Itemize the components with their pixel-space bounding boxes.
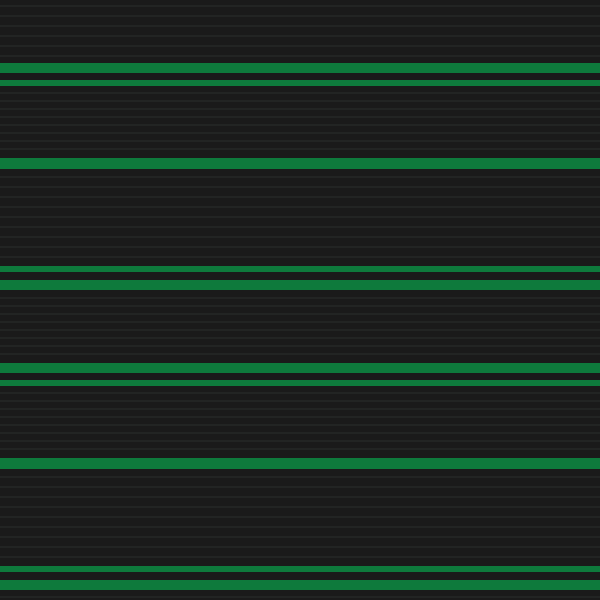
stripe-14 [0,140,600,142]
stripe-0 [0,5,600,7]
stripe-48 [0,486,600,488]
stripe-39 [0,400,600,402]
stripe-20 [0,206,600,208]
stripe-58 [0,596,600,598]
stripe-42 [0,424,600,426]
stripe-56 [0,566,600,572]
stripe-57 [0,580,600,590]
stripe-11 [0,116,600,118]
stripe-12 [0,124,600,126]
stripe-35 [0,353,600,355]
stripe-15 [0,148,600,150]
stripe-50 [0,506,600,508]
stripe-8 [0,92,600,94]
stripe-pattern [0,0,600,600]
stripe-27 [0,280,600,290]
stripe-23 [0,236,600,238]
stripe-25 [0,256,600,258]
stripe-5 [0,55,600,57]
stripe-17 [0,176,600,178]
stripe-47 [0,476,600,478]
stripe-10 [0,108,600,110]
stripe-13 [0,132,600,134]
stripe-9 [0,100,600,102]
stripe-24 [0,246,600,248]
stripe-18 [0,186,600,188]
stripe-37 [0,380,600,386]
stripe-7 [0,80,600,86]
stripe-44 [0,440,600,442]
stripe-29 [0,305,600,307]
stripe-6 [0,63,600,73]
stripe-43 [0,432,600,434]
stripe-38 [0,392,600,394]
stripe-16 [0,158,600,169]
stripe-19 [0,196,600,198]
stripe-4 [0,45,600,47]
stripe-34 [0,345,600,347]
stripe-45 [0,448,600,450]
stripe-22 [0,226,600,228]
stripe-31 [0,321,600,323]
stripe-55 [0,556,600,558]
stripe-3 [0,35,600,37]
stripe-49 [0,496,600,498]
stripe-40 [0,408,600,410]
stripe-32 [0,329,600,331]
stripe-54 [0,546,600,548]
stripe-46 [0,458,600,469]
stripe-51 [0,516,600,518]
stripe-36 [0,363,600,373]
stripe-1 [0,15,600,17]
stripe-33 [0,337,600,339]
stripe-30 [0,313,600,315]
stripe-26 [0,266,600,272]
stripe-2 [0,25,600,27]
stripe-41 [0,416,600,418]
stripe-28 [0,297,600,299]
stripe-53 [0,536,600,538]
stripe-21 [0,216,600,218]
stripe-52 [0,526,600,528]
